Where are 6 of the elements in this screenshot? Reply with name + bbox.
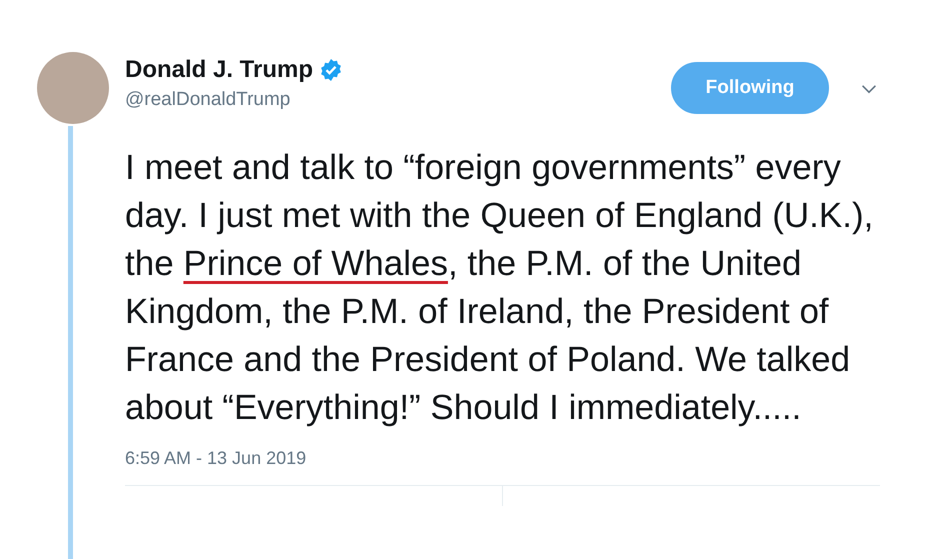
tweet-text: I meet and talk to “foreign governments” every day. I just met with the Queen of England (U.K.), the Prince of Whales, the P.M. of the United Kingdom, the P.M. of Ireland, the President of France and the President of Poland. We talked about “Everything!” Should I immediately..... <box>125 147 874 429</box>
author-handle[interactable]: @realDonaldTrump <box>125 89 671 111</box>
author-name[interactable]: Donald J. Trump <box>125 56 314 84</box>
chevron-down-icon[interactable] <box>861 84 877 94</box>
following-button[interactable]: Following <box>671 62 829 114</box>
tweet-timestamp[interactable]: 6:59 AM - 13 Jun 2019 <box>125 448 885 469</box>
